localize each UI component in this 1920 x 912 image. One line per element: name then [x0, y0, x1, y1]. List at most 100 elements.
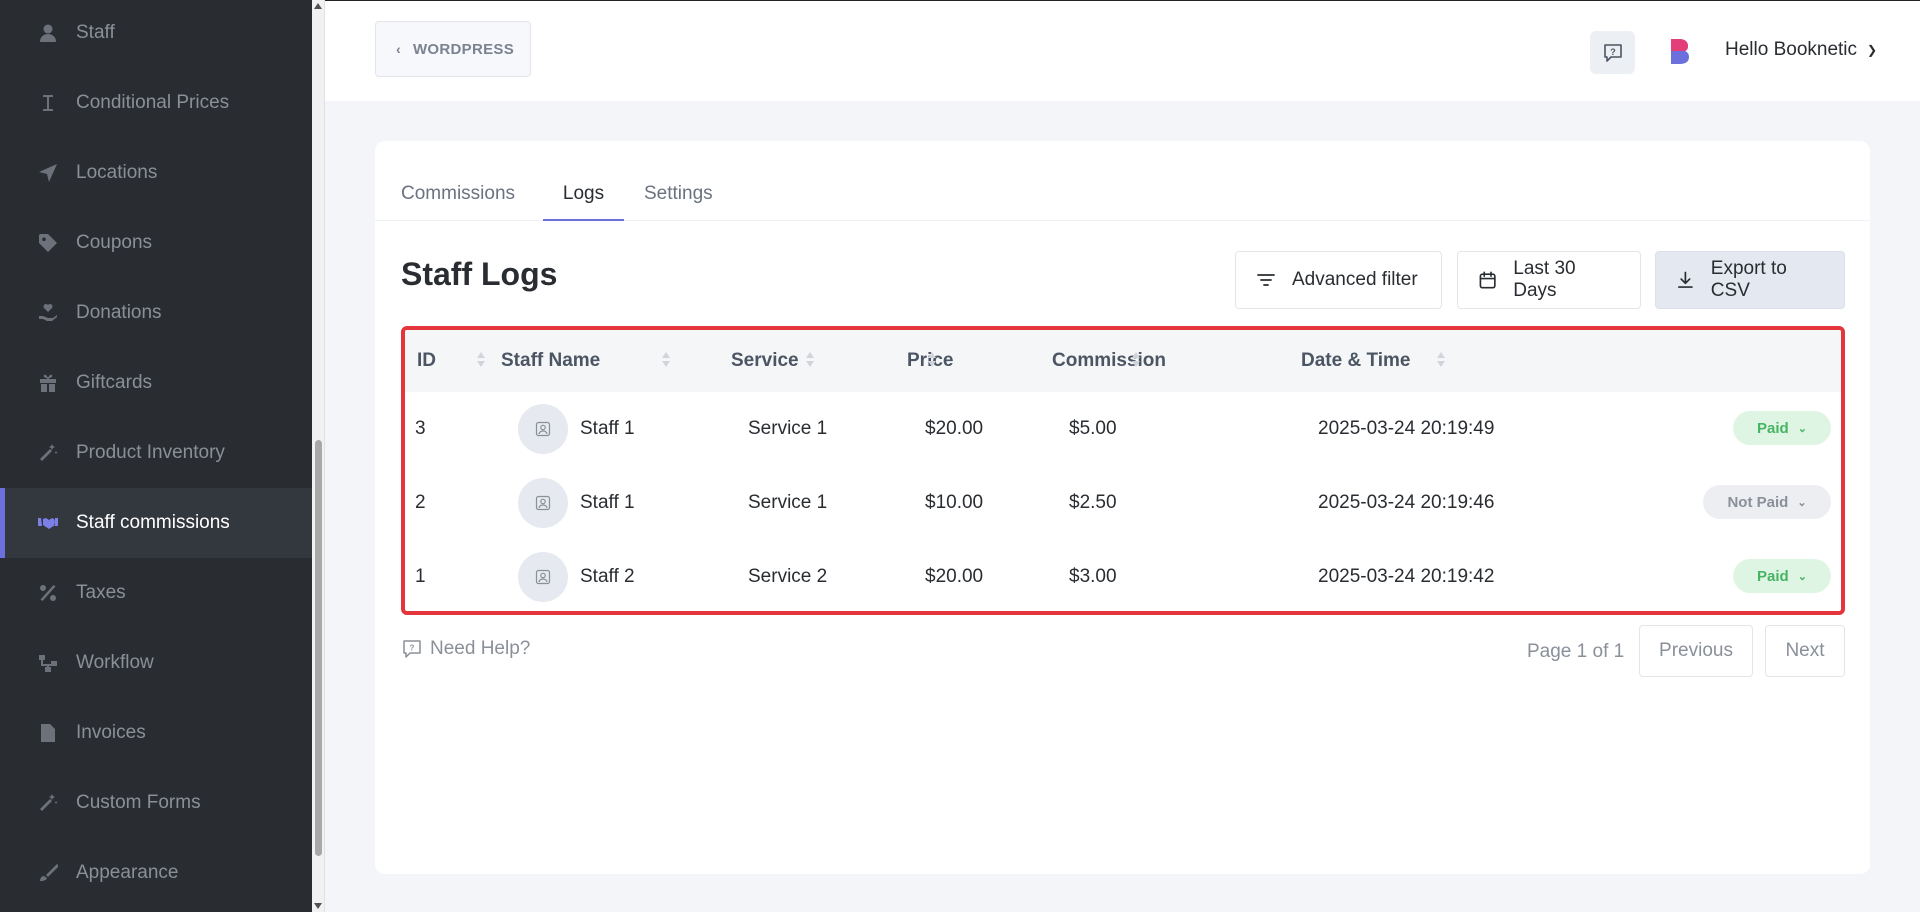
sidebar-item-coupons[interactable]: Coupons [0, 208, 312, 278]
magic-wand-icon [38, 793, 58, 813]
status-label: Not Paid [1727, 493, 1789, 511]
brush-icon [38, 863, 58, 883]
sidebar-item-custom-forms[interactable]: Custom Forms [0, 768, 312, 838]
status-label: Paid [1757, 567, 1789, 585]
sidebar-item-giftcards[interactable]: Giftcards [0, 348, 312, 418]
column-header-label: ID [417, 350, 436, 371]
need-help-link[interactable]: ? Need Help? [402, 638, 530, 660]
column-header-service[interactable]: Service [731, 330, 799, 392]
scrollbar-thumb[interactable] [315, 440, 322, 856]
export-csv-button[interactable]: Export to CSV [1655, 251, 1845, 309]
sort-icon[interactable] [661, 350, 671, 370]
column-header-staff-name[interactable]: Staff Name [501, 330, 600, 392]
back-to-wordpress-button[interactable]: ‹ WORDPRESS [375, 21, 531, 77]
sidebar-item-label: Coupons [76, 232, 153, 253]
tab-settings[interactable]: Settings [644, 183, 713, 221]
document-icon [38, 723, 58, 743]
help-chat-icon: ? [403, 640, 421, 658]
svg-text:?: ? [410, 644, 415, 653]
previous-page-button[interactable]: Previous [1639, 625, 1753, 677]
table-row: 2 Staff 1 Service 1 $10.00 $2.50 2025-03… [405, 466, 1841, 540]
cell-staff-name: Staff 2 [518, 540, 635, 611]
scroll-up-arrow[interactable] [314, 3, 322, 9]
scroll-down-arrow[interactable] [314, 903, 322, 909]
sort-icon[interactable] [476, 350, 486, 370]
avatar [518, 552, 568, 602]
sidebar-item-label: Taxes [76, 582, 126, 603]
avatar [518, 404, 568, 454]
logs-table: ID Staff Name Service Price Commission D… [401, 326, 1845, 615]
chevron-down-icon: ⌄ [1797, 422, 1807, 435]
sidebar-item-workflow[interactable]: Workflow [0, 628, 312, 698]
cell-service: Service 2 [748, 566, 828, 587]
date-range-label: Last 30 Days [1513, 258, 1576, 301]
advanced-filter-button[interactable]: Advanced filter [1235, 251, 1442, 309]
tab-logs[interactable]: Logs [543, 183, 624, 221]
sidebar-item-donations[interactable]: Donations [0, 278, 312, 348]
top-header: ‹ WORDPRESS ? Hello Booknetic ❯ [325, 0, 1920, 101]
date-range-button[interactable]: Last 30 Days [1457, 251, 1641, 309]
sidebar-item-label: Appearance [76, 862, 179, 883]
svg-text:?: ? [1610, 47, 1616, 57]
booknetic-logo-icon [1671, 39, 1689, 64]
main-card: Commissions Logs Settings Staff Logs Adv… [375, 141, 1870, 874]
column-header-commission[interactable]: Commission [1052, 330, 1166, 392]
handshake-icon [38, 513, 58, 533]
cell-id: 3 [415, 418, 426, 439]
sidebar-item-invoices[interactable]: Invoices [0, 698, 312, 768]
user-icon [38, 23, 58, 43]
sidebar-item-staff[interactable]: Staff [0, 0, 312, 68]
download-icon [1677, 271, 1693, 288]
staff-avatar-icon [535, 495, 551, 511]
sidebar-item-appearance[interactable]: Appearance [0, 838, 312, 908]
column-header-label: Staff Name [501, 350, 601, 371]
status-dropdown[interactable]: Paid ⌄ [1733, 559, 1831, 593]
column-header-label: Commission [1052, 350, 1167, 371]
column-header-date-time[interactable]: Date & Time [1301, 330, 1410, 392]
sidebar-item-conditional-prices[interactable]: Conditional Prices [0, 68, 312, 138]
pagination-info: Page 1 of 1 [1527, 641, 1625, 662]
sidebar-item-product-inventory[interactable]: Product Inventory [0, 418, 312, 488]
status-dropdown[interactable]: Paid ⌄ [1733, 411, 1831, 445]
sort-icon[interactable] [927, 350, 937, 370]
tab-bar: Commissions Logs Settings [375, 141, 1870, 221]
filter-icon [1257, 274, 1275, 286]
staff-name: Staff 2 [580, 566, 635, 587]
cell-commission: $2.50 [1069, 492, 1117, 513]
sidebar-item-taxes[interactable]: Taxes [0, 558, 312, 628]
cell-staff-name: Staff 1 [518, 466, 635, 540]
help-chat-icon: ? [1603, 43, 1622, 62]
sidebar: Staff Conditional Prices Locations Coupo… [0, 0, 312, 912]
sidebar-scrollbar[interactable] [312, 0, 325, 912]
staff-avatar-icon [535, 569, 551, 585]
need-help-label: Need Help? [430, 638, 531, 659]
chevron-down-icon: ⌄ [1797, 496, 1807, 509]
staff-name: Staff 1 [580, 418, 635, 439]
sidebar-item-label: Workflow [76, 652, 154, 673]
sort-icon[interactable] [1131, 350, 1141, 370]
sort-icon[interactable] [805, 350, 815, 370]
location-arrow-icon [38, 163, 58, 183]
chevron-down-icon: ❯ [1867, 43, 1878, 57]
tab-commissions[interactable]: Commissions [401, 183, 515, 221]
status-dropdown[interactable]: Not Paid ⌄ [1703, 485, 1831, 519]
sidebar-item-staff-commissions[interactable]: Staff commissions [0, 488, 312, 558]
column-header-label: Date & Time [1301, 350, 1411, 371]
export-csv-label: Export to CSV [1710, 258, 1787, 301]
sort-icon[interactable] [1436, 350, 1446, 370]
column-header-id[interactable]: ID [417, 330, 436, 392]
next-page-button[interactable]: Next [1765, 625, 1845, 677]
sidebar-item-label: Invoices [76, 722, 146, 743]
cell-price: $20.00 [925, 418, 984, 439]
calendar-icon [1479, 271, 1496, 289]
cell-date-time: 2025-03-24 20:19:42 [1318, 566, 1495, 587]
sidebar-item-label: Giftcards [76, 372, 153, 393]
help-chat-button[interactable]: ? [1590, 31, 1635, 74]
user-greeting: Hello Booknetic [1725, 39, 1858, 60]
user-menu[interactable]: Hello Booknetic ❯ [1725, 39, 1877, 61]
cell-commission: $5.00 [1069, 418, 1117, 439]
text-cursor-icon [38, 93, 58, 113]
sidebar-item-label: Custom Forms [76, 792, 201, 813]
sidebar-item-locations[interactable]: Locations [0, 138, 312, 208]
cell-staff-name: Staff 1 [518, 392, 635, 466]
